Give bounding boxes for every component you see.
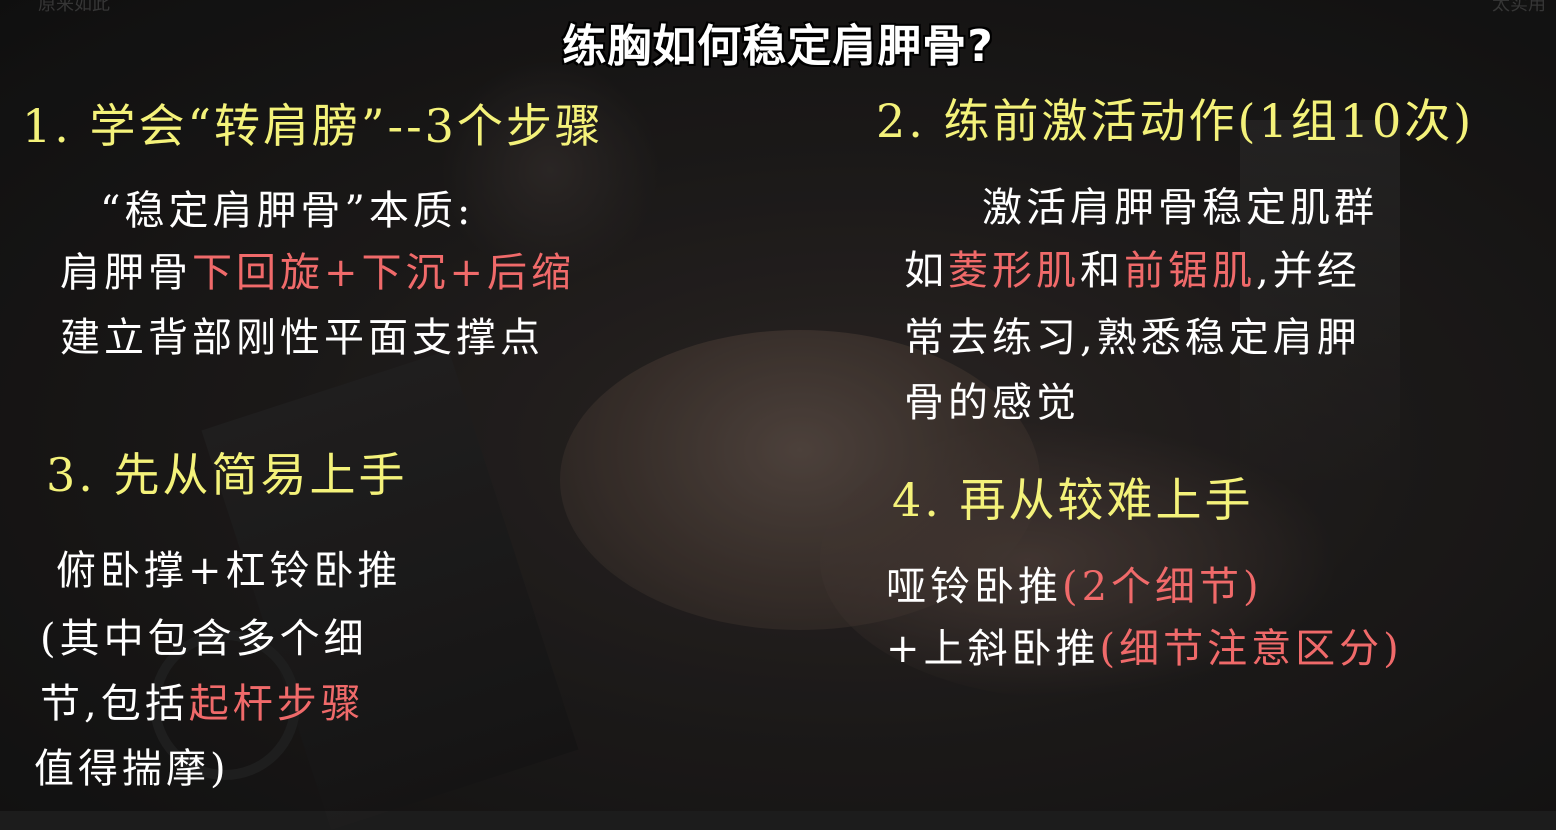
section-3-heading: 3. 先从简易上手 xyxy=(46,448,408,502)
section-1-heading: 1. 学会“转肩膀”--3个步骤 xyxy=(22,99,604,153)
section-2-line-3: 常去练习,熟悉稳定肩胛 xyxy=(904,315,1361,361)
page-title: 练胸如何稳定肩胛骨? xyxy=(562,21,994,72)
section-1-line-2: 肩胛骨下回旋+下沉+后缩 xyxy=(60,250,576,296)
section-4-line-2: +上斜卧推(细节注意区分) xyxy=(886,626,1403,672)
section-4-heading: 4. 再从较难上手 xyxy=(892,473,1254,527)
section-2-heading: 2. 练前激活动作(1组10次) xyxy=(876,94,1475,148)
section-3-line-1: 俯卧撑+杠铃卧推 xyxy=(56,548,402,594)
section-3-line-2: (其中包含多个细 xyxy=(40,616,368,662)
section-3-line-3: 节,包括起杆步骤 xyxy=(40,681,365,727)
section-3-line-4: 值得揣摩) xyxy=(34,746,230,792)
section-1-line-1: “稳定肩胛骨”本质: xyxy=(100,188,475,234)
section-4-line-1: 哑铃卧推(2个细节) xyxy=(886,564,1263,610)
section-2-line-2: 如菱形肌和前锯肌,并经 xyxy=(904,248,1361,294)
section-1-line-3: 建立背部刚性平面支撑点 xyxy=(60,315,544,361)
section-2-line-4: 骨的感觉 xyxy=(904,380,1080,426)
section-2-line-1: 激活肩胛骨稳定肌群 xyxy=(982,185,1378,231)
